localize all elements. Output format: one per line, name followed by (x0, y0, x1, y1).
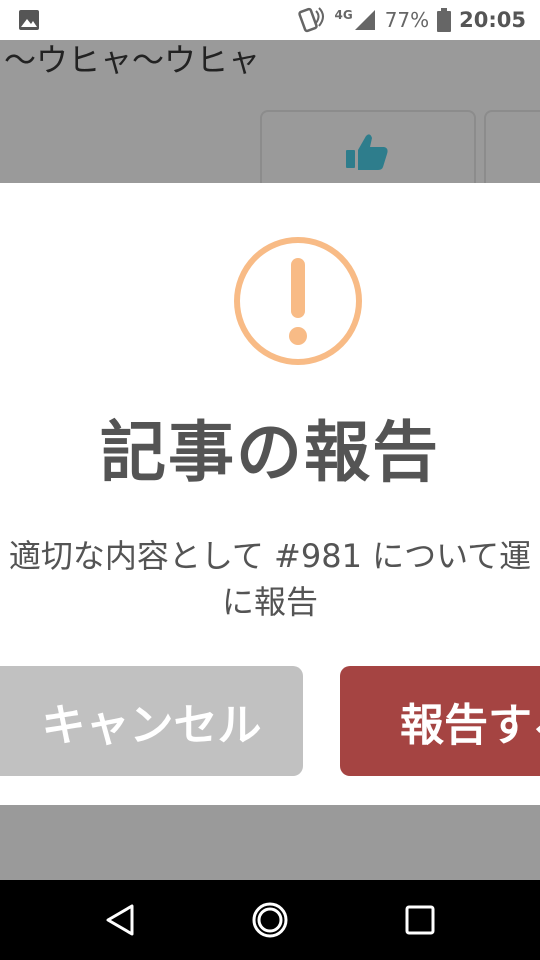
recent-apps-icon[interactable] (400, 900, 440, 940)
network-type: 4G (334, 8, 353, 22)
report-dialog: 記事の報告 適切な内容として #981 について運 に報告 キャンセル 報告する (0, 183, 540, 805)
report-button[interactable]: 報告する (340, 666, 540, 776)
nfc-phone-icon (298, 7, 325, 33)
back-icon[interactable] (100, 900, 140, 940)
exclamation-circle-icon (234, 237, 362, 365)
battery-icon (437, 8, 452, 32)
dialog-message-line1: 適切な内容として #981 について運 (8, 537, 532, 575)
dialog-message-line2: に報告 (221, 583, 318, 621)
signal-icon (354, 10, 375, 30)
cancel-button[interactable]: キャンセル (0, 666, 303, 776)
navigation-bar (0, 880, 540, 960)
image-icon (19, 10, 39, 30)
battery-percent: 77% (384, 8, 430, 32)
home-icon[interactable] (250, 900, 290, 940)
background-post-text: 〜ウヒャ〜ウヒャ (4, 41, 261, 79)
dialog-message: 適切な内容として #981 について運 に報告 (0, 533, 540, 625)
dialog-title: 記事の報告 (100, 414, 440, 491)
thumbs-up-icon (346, 134, 388, 170)
clock: 20:05 (459, 8, 526, 32)
status-bar: 4G 77% 20:05 (0, 0, 540, 40)
